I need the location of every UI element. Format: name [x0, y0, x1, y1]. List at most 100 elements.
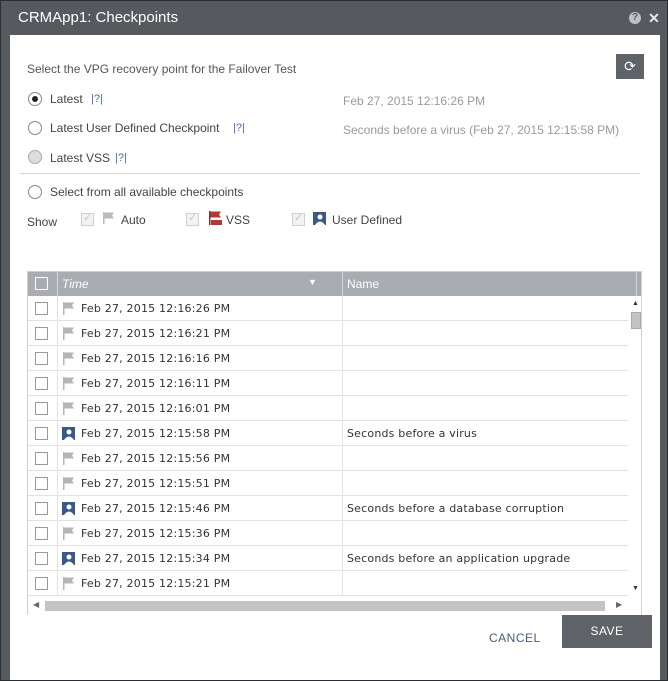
row-checkbox[interactable]	[35, 402, 48, 415]
flag-icon	[62, 377, 75, 390]
vertical-scroll-thumb[interactable]	[631, 312, 641, 329]
name-column-header[interactable]: Name	[347, 277, 379, 291]
row-time: Feb 27, 2015 12:15:56 PM	[81, 452, 231, 465]
radio-select-all[interactable]	[28, 185, 42, 199]
row-time: Feb 27, 2015 12:15:34 PM	[81, 552, 231, 565]
checkpoints-dialog: CRMApp1: Checkpoints ? ✕ Select the VPG …	[0, 0, 668, 681]
latest-vss-help-link[interactable]: |?|	[115, 152, 127, 164]
radio-latest-user-defined[interactable]	[28, 121, 42, 135]
header-separator	[57, 272, 58, 296]
row-time: Feb 27, 2015 12:16:16 PM	[81, 352, 231, 365]
row-checkbox[interactable]	[35, 527, 48, 540]
column-divider	[342, 296, 343, 596]
table-row[interactable]: Feb 27, 2015 12:16:16 PM	[28, 346, 628, 371]
flag-icon	[62, 302, 75, 315]
row-checkbox[interactable]	[35, 502, 48, 515]
row-checkbox[interactable]	[35, 352, 48, 365]
dialog-title: CRMApp1: Checkpoints	[18, 9, 179, 26]
row-time: Feb 27, 2015 12:16:26 PM	[81, 302, 231, 315]
select-all-rows-checkbox[interactable]	[35, 277, 48, 290]
vertical-scrollbar[interactable]: ▲ ▼	[629, 296, 641, 594]
flag-icon	[62, 477, 75, 490]
help-icon[interactable]: ?	[629, 12, 641, 24]
horizontal-scroll-thumb[interactable]	[45, 601, 605, 611]
auto-filter-label: Auto	[121, 213, 146, 227]
row-name: Seconds before a database corruption	[347, 502, 565, 515]
table-row[interactable]: Feb 27, 2015 12:16:21 PM	[28, 321, 628, 346]
cancel-button[interactable]: CANCEL	[489, 631, 541, 645]
horizontal-scrollbar[interactable]: ◀ ▶	[28, 597, 628, 613]
auto-filter-checkbox[interactable]	[81, 211, 94, 226]
row-checkbox[interactable]	[35, 477, 48, 490]
user-defined-icon	[313, 212, 326, 225]
row-checkbox[interactable]	[35, 327, 48, 340]
divider	[20, 173, 640, 174]
scroll-down-arrow[interactable]: ▼	[632, 585, 639, 592]
user-defined-icon	[62, 502, 75, 515]
sort-descending-icon[interactable]: ▼	[308, 277, 317, 287]
refresh-icon: ⟳	[624, 58, 636, 74]
row-name: Seconds before a virus	[347, 427, 478, 440]
table-row[interactable]: Feb 27, 2015 12:15:34 PM Seconds before a…	[28, 546, 628, 571]
table-row[interactable]: Feb 27, 2015 12:15:56 PM	[28, 446, 628, 471]
show-label: Show	[27, 215, 58, 229]
scroll-up-arrow[interactable]: ▲	[632, 300, 639, 307]
flag-icon	[103, 212, 114, 224]
header-separator	[636, 272, 637, 296]
scroll-right-arrow[interactable]: ▶	[616, 600, 622, 609]
radio-latest[interactable]	[28, 92, 42, 106]
flag-icon	[62, 352, 75, 365]
row-time: Feb 27, 2015 12:15:58 PM	[81, 427, 231, 440]
close-icon[interactable]: ✕	[647, 11, 661, 25]
checkpoints-grid: Time ▼ Name Feb 27, 2015 12:16:26 PM Feb …	[27, 271, 642, 618]
row-time: Feb 27, 2015 12:16:21 PM	[81, 327, 231, 340]
column-divider	[57, 296, 58, 596]
table-row[interactable]: Feb 27, 2015 12:15:51 PM	[28, 471, 628, 496]
table-row[interactable]: Feb 27, 2015 12:15:58 PM Seconds before a…	[28, 421, 628, 446]
table-row[interactable]: Feb 27, 2015 12:16:01 PM	[28, 396, 628, 421]
latest-user-defined-label: Latest User Defined Checkpoint	[50, 121, 220, 135]
table-row[interactable]: Feb 27, 2015 12:15:21 PM	[28, 571, 628, 596]
row-time: Feb 27, 2015 12:15:36 PM	[81, 527, 231, 540]
user-defined-filter-checkbox[interactable]	[292, 211, 305, 226]
table-row[interactable]: Feb 27, 2015 12:16:11 PM	[28, 371, 628, 396]
latest-user-defined-help-link[interactable]: |?|	[233, 122, 245, 134]
row-checkbox[interactable]	[35, 377, 48, 390]
dialog-footer: CANCEL SAVE	[10, 615, 660, 680]
row-time: Feb 27, 2015 12:16:11 PM	[81, 377, 231, 390]
row-checkbox[interactable]	[35, 452, 48, 465]
row-checkbox[interactable]	[35, 302, 48, 315]
instruction-text: Select the VPG recovery point for the Fa…	[27, 62, 297, 76]
row-time: Feb 27, 2015 12:15:21 PM	[81, 577, 231, 590]
row-checkbox[interactable]	[35, 552, 48, 565]
vss-filter-label: VSS	[226, 213, 251, 227]
grid-rows: Feb 27, 2015 12:16:26 PM Feb 27, 2015 12:…	[28, 296, 628, 596]
grid-header: Time ▼ Name	[28, 272, 641, 296]
save-button[interactable]: SAVE	[562, 615, 652, 648]
user-defined-filter-label: User Defined	[332, 213, 403, 227]
latest-value: Feb 27, 2015 12:16:26 PM	[343, 94, 486, 108]
vss-flag-icon	[209, 211, 222, 225]
time-column-header[interactable]: Time	[62, 277, 89, 291]
table-row[interactable]: Feb 27, 2015 12:15:36 PM	[28, 521, 628, 546]
select-all-label: Select from all available checkpoints	[50, 185, 244, 199]
row-time: Feb 27, 2015 12:15:46 PM	[81, 502, 231, 515]
scroll-left-arrow[interactable]: ◀	[33, 600, 39, 609]
radio-latest-vss[interactable]	[28, 150, 42, 164]
row-time: Feb 27, 2015 12:16:01 PM	[81, 402, 231, 415]
table-row[interactable]: Feb 27, 2015 12:15:46 PM Seconds before a…	[28, 496, 628, 521]
refresh-button[interactable]: ⟳	[616, 54, 644, 79]
latest-help-link[interactable]: |?|	[91, 93, 103, 105]
vss-filter-checkbox[interactable]	[186, 211, 199, 226]
header-separator	[342, 272, 343, 296]
title-bar: CRMApp1: Checkpoints ? ✕	[1, 1, 667, 35]
flag-icon	[62, 452, 75, 465]
row-name: Seconds before an application upgrade	[347, 552, 571, 565]
dialog-content: Select the VPG recovery point for the Fa…	[10, 35, 660, 635]
row-time: Feb 27, 2015 12:15:51 PM	[81, 477, 231, 490]
row-checkbox[interactable]	[35, 577, 48, 590]
row-checkbox[interactable]	[35, 427, 48, 440]
flag-icon	[62, 327, 75, 340]
table-row[interactable]: Feb 27, 2015 12:16:26 PM	[28, 296, 628, 321]
latest-vss-label: Latest VSS	[50, 151, 111, 165]
